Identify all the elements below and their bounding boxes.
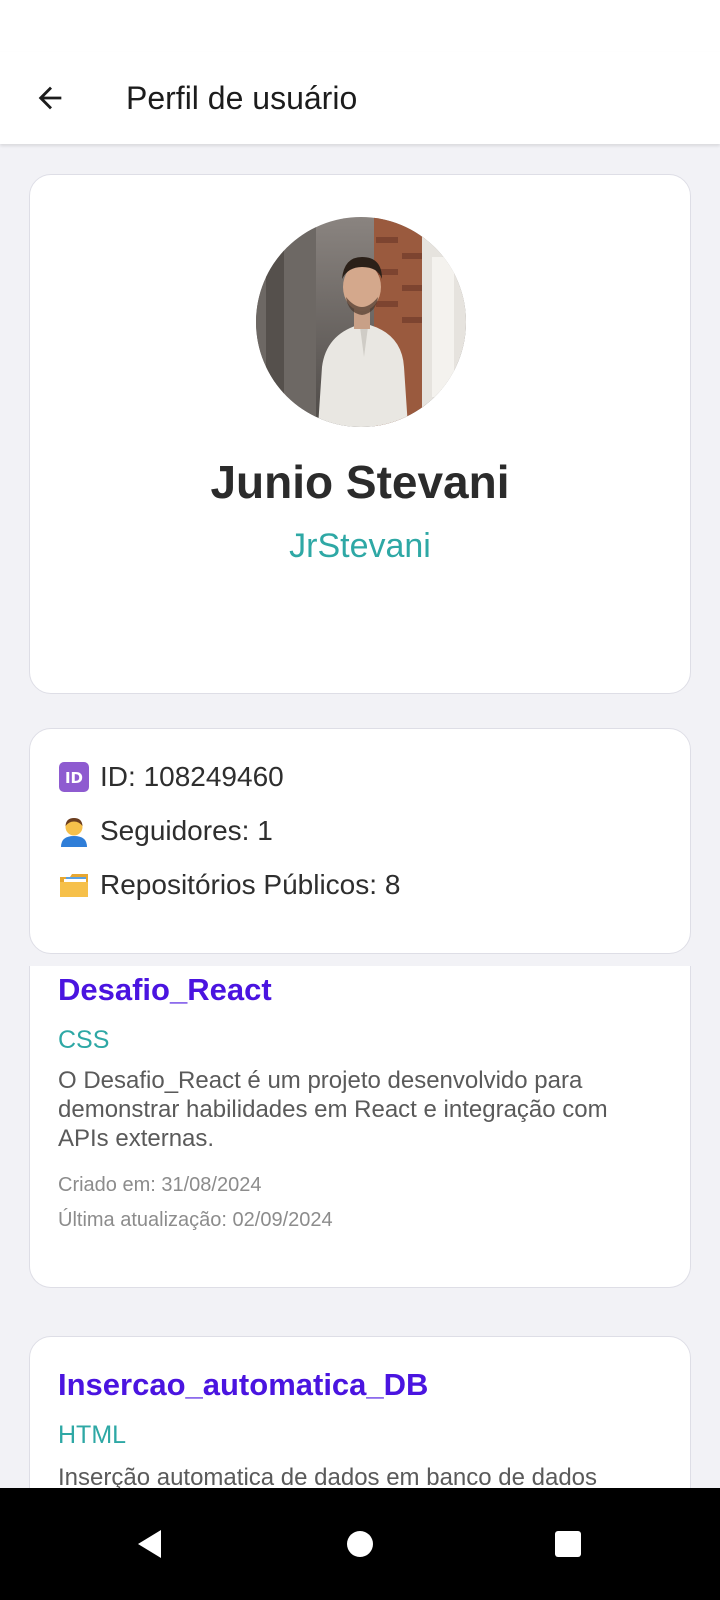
repo-description: Inserção automatica de dados em banco de… <box>58 1464 598 1488</box>
svg-text:ID: ID <box>65 769 83 787</box>
page-title: Perfil de usuário <box>126 80 358 116</box>
avatar <box>256 217 466 427</box>
status-bar <box>0 0 720 52</box>
back-button[interactable] <box>24 72 76 124</box>
nav-recents-button[interactable] <box>538 1514 598 1574</box>
arrow-left-icon <box>38 86 62 110</box>
triangle-back-icon <box>138 1530 161 1558</box>
profile-username[interactable]: JrStevani <box>30 527 690 566</box>
stat-followers: Seguidores: 1 <box>58 811 273 851</box>
stat-followers-label: Seguidores: <box>100 815 250 846</box>
repo-updated-date: Última atualização: 02/09/2024 <box>58 1209 333 1231</box>
stat-id-value: 108249460 <box>143 761 284 792</box>
folder-icon <box>58 869 90 901</box>
circle-home-icon <box>347 1531 373 1557</box>
stat-repos-value: 8 <box>384 869 401 900</box>
repo-language: HTML <box>58 1421 127 1449</box>
stat-id-label: ID: <box>100 761 136 792</box>
repo-card[interactable]: Insercao_automatica_DB HTML Inserção aut… <box>29 1336 691 1488</box>
profile-name: Junio Stevani <box>210 456 510 508</box>
stats-card: ID ID: 108249460 Seguidores: 1 Repositór… <box>29 728 691 954</box>
square-recents-icon <box>555 1531 581 1557</box>
nav-home-button[interactable] <box>330 1514 390 1574</box>
nav-back-button[interactable] <box>120 1514 180 1574</box>
stat-repos: Repositórios Públicos: 8 <box>58 865 400 905</box>
profile-card: Junio Stevani JrStevani <box>29 174 691 694</box>
id-icon: ID <box>58 761 90 793</box>
profile-content[interactable]: Junio Stevani JrStevani ID ID: 108249460 <box>0 144 720 1488</box>
app-bar: Perfil de usuário <box>0 52 720 144</box>
stat-id: ID ID: 108249460 <box>58 757 284 797</box>
stat-repos-label: Repositórios Públicos: <box>100 869 378 900</box>
system-navigation-bar <box>0 1488 720 1600</box>
repo-language: CSS <box>58 1026 110 1054</box>
stat-followers-value: 1 <box>257 815 273 846</box>
person-icon <box>58 815 90 847</box>
repo-name[interactable]: Insercao_automatica_DB <box>58 1367 428 1403</box>
repo-description: O Desafio_React é um projeto desenvolvid… <box>58 1067 608 1152</box>
repo-name[interactable]: Desafio_React <box>58 972 272 1008</box>
repo-created-date: Criado em: 31/08/2024 <box>58 1174 262 1196</box>
repo-card[interactable]: Desafio_React CSS O Desafio_React é um p… <box>29 966 691 1288</box>
